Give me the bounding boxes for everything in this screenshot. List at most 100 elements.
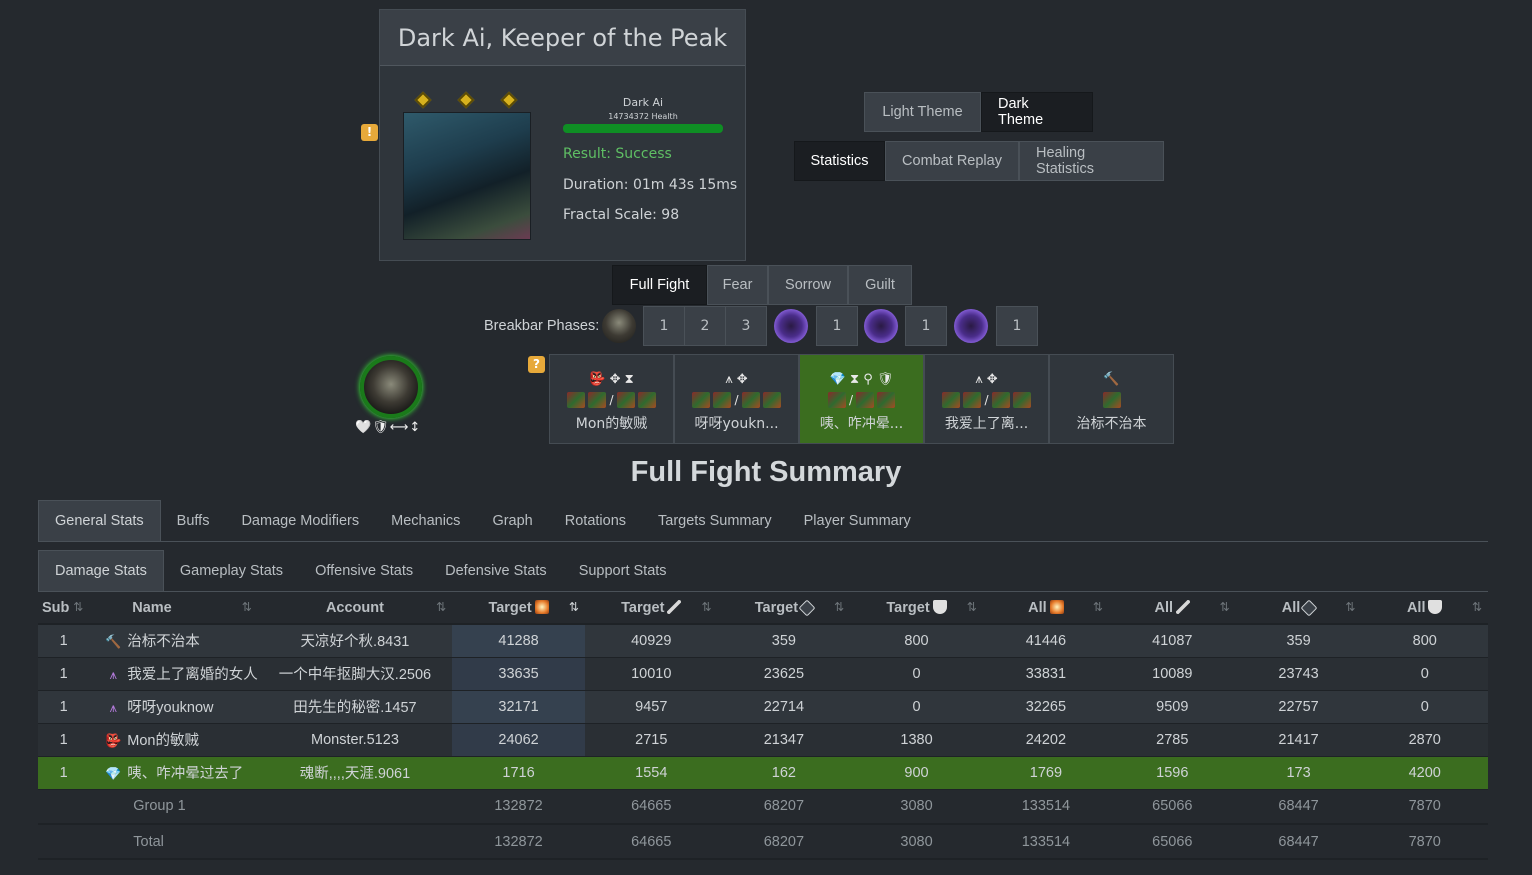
power-damage-icon: [534, 599, 549, 614]
target-portrait[interactable]: [360, 356, 422, 418]
breakbar-phase-button[interactable]: 1: [643, 306, 685, 346]
cell-value: 359: [717, 624, 851, 658]
cell-value: 68207: [717, 789, 851, 825]
header-label: Target: [621, 599, 665, 616]
breakbar-phase-button[interactable]: 1: [816, 306, 858, 346]
header-label: Account: [325, 599, 384, 616]
column-header-target-condi[interactable]: Target ⇅: [717, 592, 851, 625]
tab-support-stats[interactable]: Support Stats: [563, 550, 683, 591]
cell-value: 7870: [1361, 824, 1488, 860]
breakbar-phase-button[interactable]: 1: [996, 306, 1038, 346]
player-name: 我爱上了离婚的女人: [127, 667, 258, 683]
tab-player-summary[interactable]: Player Summary: [788, 500, 927, 541]
warning-icon[interactable]: !: [361, 124, 378, 141]
player-name: 我爱上了离...: [944, 416, 1029, 432]
column-header-sub[interactable]: Sub ⇅: [38, 592, 90, 625]
cell-value: 1380: [850, 723, 983, 757]
cell-name: 🔨 治标不治本: [89, 624, 258, 658]
breakbar-phase-button[interactable]: 3: [725, 306, 767, 346]
player-role-icons: 👺 ✥ ⧗: [589, 371, 634, 387]
cell-account: 天凉好个秋.8431: [257, 624, 453, 658]
summary-title: Full Fight Summary: [630, 456, 902, 488]
cell-account: Monster.5123: [257, 723, 453, 757]
damage-stats-table: Sub ⇅ Name ⇅ Account ⇅ Target ⇅ Target ⇅ Targ…: [38, 592, 1488, 860]
phase-fear[interactable]: Fear: [707, 265, 768, 305]
boss-image: [403, 112, 531, 240]
tab-damage-modifiers[interactable]: Damage Modifiers: [225, 500, 375, 541]
encounter-title: Dark Ai, Keeper of the Peak: [380, 10, 745, 66]
profession-icon: 💎: [105, 766, 122, 781]
cell-value: 65066: [1108, 824, 1236, 860]
phase-sorrow[interactable]: Sorrow: [768, 265, 848, 305]
column-header-target-damage[interactable]: Target ⇅: [452, 592, 585, 625]
tab-rotations[interactable]: Rotations: [549, 500, 642, 541]
light-theme-button[interactable]: Light Theme: [864, 92, 981, 132]
tab-targets-summary[interactable]: Targets Summary: [642, 500, 788, 541]
cell-name: 💎 咦、咋冲晕过去了: [89, 756, 258, 790]
cell-name: ⩚ 呀呀youknow: [89, 690, 258, 724]
table-row[interactable]: 1 🔨 治标不治本 天凉好个秋.8431 41288 40929 359 800 …: [38, 624, 1488, 658]
sorrow-icon: [864, 309, 898, 343]
player-role-icons: ⩚ ✥: [725, 371, 748, 387]
condition-icon: [1300, 599, 1318, 616]
phase-full-fight[interactable]: Full Fight: [612, 265, 707, 305]
cell-account: 田先生的秘密.1457: [257, 690, 453, 724]
squad-player-card[interactable]: 🔨 治标不治本: [1049, 354, 1174, 444]
tab-general-stats[interactable]: General Stats: [38, 500, 161, 541]
column-header-all-damage[interactable]: All ⇅: [982, 592, 1109, 625]
help-icon[interactable]: ?: [528, 356, 545, 373]
cell-value: 68447: [1235, 824, 1362, 860]
tab-offensive-stats[interactable]: Offensive Stats: [299, 550, 429, 591]
table-footer-row: Total 132872 64665 68207 3080 133514 650…: [38, 824, 1488, 860]
cell-value: 162: [717, 756, 851, 790]
cell-value: 0: [850, 657, 983, 691]
column-header-all-breakbar[interactable]: All ⇅: [1361, 592, 1488, 625]
breakbar-phase-button[interactable]: 1: [905, 306, 947, 346]
cell-value: 23625: [717, 657, 851, 691]
squad-player-card[interactable]: 💎 ⧗ ⚲ 🛡 / 咦、咋冲晕...: [799, 354, 924, 444]
combat-replay-button[interactable]: Combat Replay: [885, 141, 1019, 181]
cell-value: 65066: [1108, 789, 1236, 825]
squad-player-card[interactable]: 👺 ✥ ⧗ / Mon的敏贼: [549, 354, 674, 444]
boss-health: 14734372 Health: [608, 112, 678, 121]
table-row[interactable]: 1 👺 Mon的敏贼 Monster.5123 24062 2715 21347 …: [38, 723, 1488, 757]
health-bar: [563, 124, 723, 133]
cell-value: 132872: [452, 789, 585, 825]
column-header-account[interactable]: Account ⇅: [257, 592, 453, 625]
tab-defensive-stats[interactable]: Defensive Stats: [429, 550, 563, 591]
tab-damage-stats[interactable]: Damage Stats: [38, 550, 164, 591]
healing-statistics-button[interactable]: Healing Statistics: [1019, 141, 1164, 181]
column-header-target-breakbar[interactable]: Target ⇅: [850, 592, 983, 625]
cell-sub: 1: [38, 657, 90, 691]
column-header-all-power[interactable]: All ⇅: [1108, 592, 1236, 625]
tab-buffs[interactable]: Buffs: [161, 500, 226, 541]
table-row[interactable]: 1 ⩚ 我爱上了离婚的女人 一个中年抠脚大汉.2506 33635 10010 2…: [38, 657, 1488, 691]
player-role-icons: ⩚ ✥: [975, 371, 998, 387]
cell-sub: 1: [38, 624, 90, 658]
phase-guilt[interactable]: Guilt: [848, 265, 912, 305]
sort-icon: ⇅: [701, 599, 712, 614]
squad-player-card[interactable]: ⩚ ✥ / 我爱上了离...: [924, 354, 1049, 444]
table-row[interactable]: 1 ⩚ 呀呀youknow 田先生的秘密.1457 32171 9457 2271…: [38, 690, 1488, 724]
header-label: All: [1281, 599, 1301, 616]
tab-graph[interactable]: Graph: [476, 500, 548, 541]
cell-value: 24202: [982, 723, 1109, 757]
cell-value: 33831: [982, 657, 1109, 691]
tab-mechanics[interactable]: Mechanics: [375, 500, 476, 541]
cell-account: [257, 789, 453, 825]
column-header-all-condi[interactable]: All ⇅: [1235, 592, 1362, 625]
statistics-button[interactable]: Statistics: [794, 141, 885, 181]
column-header-name[interactable]: Name ⇅: [89, 592, 258, 625]
breakbar-icon: [1428, 599, 1443, 614]
table-row-self[interactable]: 1 💎 咦、咋冲晕过去了 魂断,,,,天涯.9061 1716 1554 162 …: [38, 756, 1488, 790]
cell-value: 33635: [452, 657, 585, 691]
dark-theme-button[interactable]: Dark Theme: [981, 92, 1093, 132]
fractal-scale-text: Fractal Scale: 98: [563, 207, 680, 223]
cell-value: 0: [850, 690, 983, 724]
breakbar-phase-button[interactable]: 2: [684, 306, 726, 346]
column-header-target-power[interactable]: Target ⇅: [584, 592, 718, 625]
sort-icon: ⇅: [1219, 599, 1230, 614]
squad-player-card[interactable]: ⩚ ✥ / 呀呀youkn...: [674, 354, 799, 444]
tab-gameplay-stats[interactable]: Gameplay Stats: [164, 550, 299, 591]
cell-value: 0: [1361, 690, 1488, 724]
